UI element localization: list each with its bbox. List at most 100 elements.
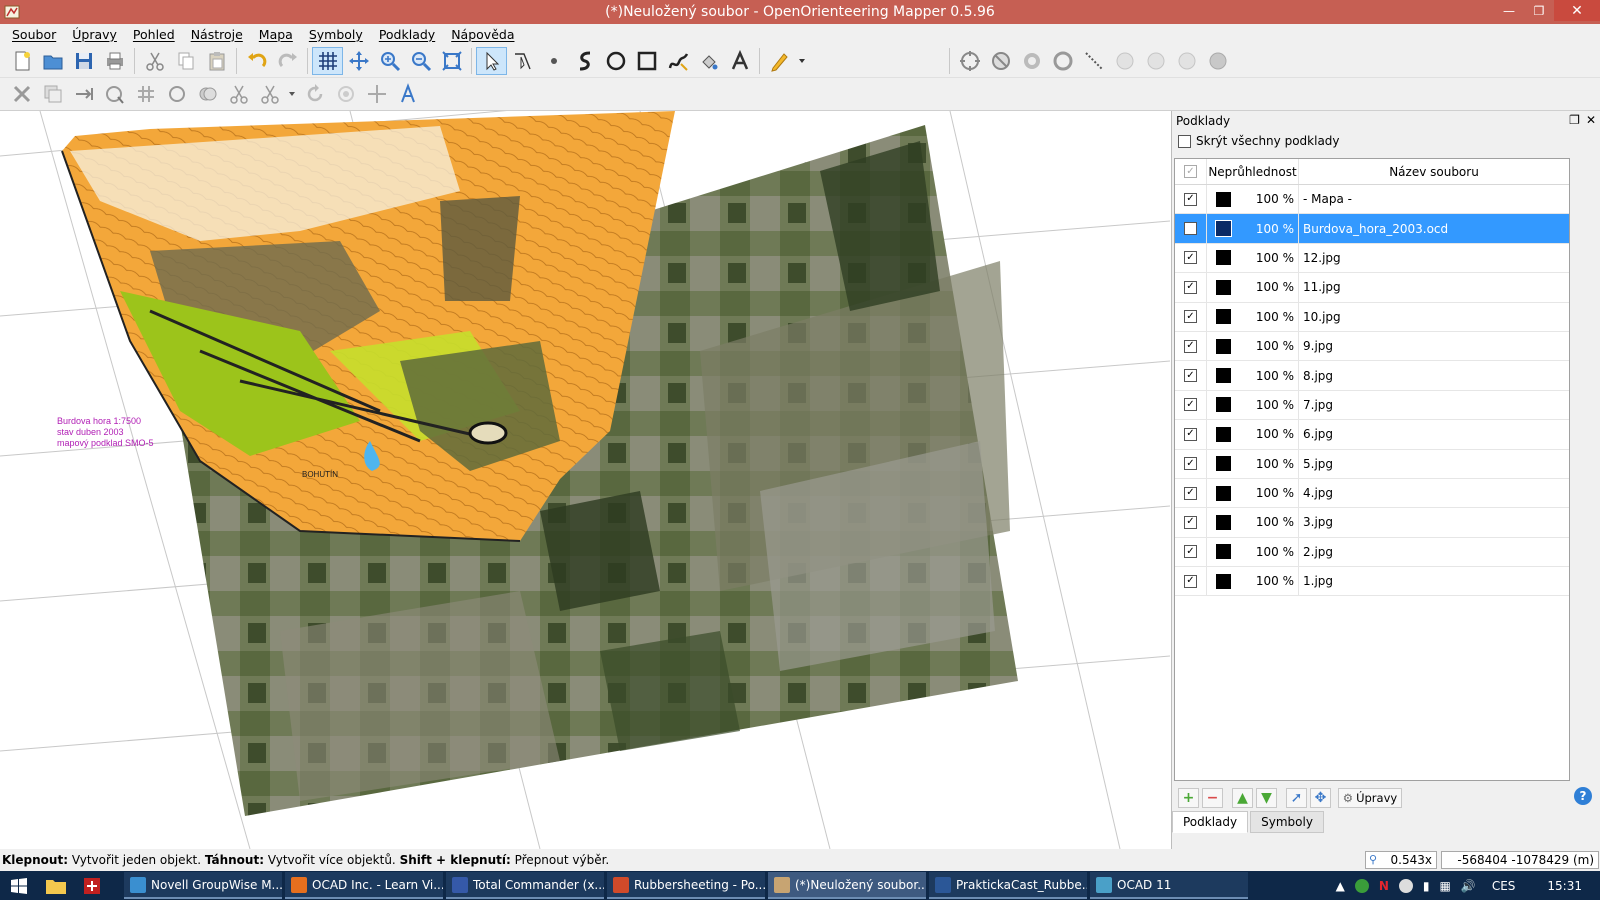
- circle-outline-icon[interactable]: [161, 80, 192, 108]
- delete-icon[interactable]: [6, 80, 37, 108]
- template-row[interactable]: ✓ 100 % 12.jpg: [1175, 243, 1569, 274]
- hide-all-checkbox[interactable]: [1178, 134, 1191, 148]
- gps-marker-icon[interactable]: [1016, 47, 1047, 75]
- connect-paths-icon[interactable]: [130, 80, 161, 108]
- remove-template-icon[interactable]: −: [1202, 788, 1223, 808]
- taskbar-item[interactable]: OCAD 11: [1090, 872, 1248, 899]
- visibility-checkbox[interactable]: ✓: [1184, 310, 1197, 324]
- grid-icon[interactable]: [312, 46, 343, 75]
- draw-point-icon[interactable]: [538, 47, 569, 75]
- template-row[interactable]: ✓ 100 % 4.jpg: [1175, 478, 1569, 509]
- close-button[interactable]: ✕: [1554, 0, 1600, 21]
- draw-freehand-icon[interactable]: [662, 47, 693, 75]
- menu-file[interactable]: Soubor: [4, 27, 64, 42]
- template-row[interactable]: ✓ 100 % - Mapa -: [1175, 185, 1569, 215]
- template-row[interactable]: ✓ 100 % 3.jpg: [1175, 508, 1569, 538]
- sync-tray-icon[interactable]: [1398, 878, 1413, 893]
- rotate-objects-icon[interactable]: [99, 80, 130, 108]
- visibility-checkbox[interactable]: ✓: [1184, 251, 1197, 265]
- menu-symbols[interactable]: Symboly: [301, 27, 371, 42]
- gps-circle-1-icon[interactable]: [1109, 47, 1140, 75]
- header-checkbox[interactable]: ✓: [1184, 165, 1197, 178]
- draw-text-icon[interactable]: [724, 47, 755, 75]
- taskbar-item[interactable]: Total Commander (x...: [446, 872, 604, 899]
- edit-lines-icon[interactable]: [507, 47, 538, 75]
- tab-templates[interactable]: Podklady: [1172, 811, 1249, 833]
- template-row[interactable]: ✓ 100 % 6.jpg: [1175, 420, 1569, 450]
- dropdown-arrow-icon[interactable]: [795, 47, 809, 75]
- zoom-fit-icon[interactable]: [436, 47, 467, 75]
- template-opacity[interactable]: 100 %: [1239, 185, 1299, 214]
- menu-templates[interactable]: Podklady: [371, 27, 443, 42]
- move-up-icon[interactable]: ▲: [1232, 788, 1253, 808]
- move-icon[interactable]: [361, 80, 392, 108]
- fill-icon[interactable]: [693, 47, 724, 75]
- taskbar-item[interactable]: (*)Neuložený soubor...: [768, 872, 926, 899]
- compass-icon[interactable]: [985, 47, 1016, 75]
- menu-edit[interactable]: Úpravy: [64, 27, 125, 42]
- zoom-field[interactable]: ⚲ 0.543x: [1365, 851, 1437, 869]
- menu-help[interactable]: Nápověda: [443, 27, 522, 42]
- template-opacity[interactable]: 100 %: [1239, 390, 1299, 420]
- visibility-checkbox[interactable]: ✓: [1184, 398, 1197, 412]
- template-row[interactable]: ✓ 100 % 2.jpg: [1175, 537, 1569, 568]
- restore-button[interactable]: ❐: [1524, 0, 1554, 21]
- pinned-app-icon[interactable]: [74, 871, 110, 900]
- open-file-icon[interactable]: [37, 47, 68, 75]
- pan-icon[interactable]: [343, 47, 374, 75]
- template-row[interactable]: ✓ 100 % 5.jpg: [1175, 449, 1569, 479]
- template-opacity[interactable]: 100 %: [1239, 508, 1299, 537]
- tray-expand-icon[interactable]: ▲: [1336, 879, 1345, 893]
- cut-icon[interactable]: [139, 47, 170, 75]
- language-indicator[interactable]: CES: [1492, 879, 1516, 893]
- minimize-button[interactable]: —: [1494, 0, 1524, 21]
- visibility-checkbox[interactable]: ✓: [1184, 369, 1197, 383]
- gps-circle-4-icon[interactable]: [1202, 47, 1233, 75]
- visibility-checkbox[interactable]: ✓: [1184, 457, 1197, 471]
- move-down-icon[interactable]: ▼: [1256, 788, 1277, 808]
- redo-icon[interactable]: [272, 47, 303, 75]
- template-row[interactable]: ✓ 100 % 9.jpg: [1175, 331, 1569, 362]
- visibility-checkbox[interactable]: ✓: [1184, 545, 1197, 559]
- cut-object-icon[interactable]: [223, 80, 254, 108]
- visibility-checkbox[interactable]: ✓: [1184, 280, 1197, 294]
- template-row[interactable]: ✓ 100 % 1.jpg: [1175, 567, 1569, 597]
- print-icon[interactable]: [99, 47, 130, 75]
- undo-icon[interactable]: [241, 47, 272, 75]
- template-row[interactable]: ✓ 100 % 11.jpg: [1175, 273, 1569, 303]
- unify-areas-icon[interactable]: [192, 80, 223, 108]
- template-opacity[interactable]: 100 %: [1239, 449, 1299, 478]
- battery-icon[interactable]: ▮: [1423, 879, 1430, 893]
- windows-start-icon[interactable]: [0, 871, 38, 900]
- visibility-checkbox[interactable]: ✓: [1184, 192, 1197, 206]
- clock[interactable]: 15:31: [1547, 879, 1582, 893]
- gps-display-icon[interactable]: [954, 47, 985, 75]
- template-opacity[interactable]: 100 %: [1239, 214, 1299, 243]
- paint-on-template-icon[interactable]: [764, 47, 795, 75]
- template-opacity[interactable]: 100 %: [1239, 537, 1299, 567]
- template-opacity[interactable]: 100 %: [1239, 273, 1299, 302]
- edit-objects-icon[interactable]: [476, 46, 507, 75]
- draw-rectangle-icon[interactable]: [631, 47, 662, 75]
- menu-view[interactable]: Pohled: [125, 27, 183, 42]
- template-opacity[interactable]: 100 %: [1239, 331, 1299, 361]
- taskbar-item[interactable]: Novell GroupWise M...: [124, 872, 282, 899]
- convert-to-curves-icon[interactable]: [392, 80, 423, 108]
- column-opacity[interactable]: Neprůhlednost: [1207, 159, 1299, 184]
- rotate-icon[interactable]: [299, 80, 330, 108]
- zoom-in-icon[interactable]: [374, 47, 405, 75]
- netflix-tray-icon[interactable]: N: [1379, 879, 1389, 893]
- column-filename[interactable]: Název souboru: [1299, 165, 1569, 179]
- paste-icon[interactable]: [201, 47, 232, 75]
- volume-icon[interactable]: 🔊: [1461, 879, 1476, 893]
- add-template-icon[interactable]: +: [1178, 788, 1199, 808]
- map-view[interactable]: Burdova hora 1:7500 stav duben 2003 mapo…: [0, 111, 1170, 849]
- draw-path-icon[interactable]: [569, 47, 600, 75]
- move-template-icon[interactable]: ✥: [1310, 788, 1331, 808]
- save-icon[interactable]: [68, 47, 99, 75]
- menu-map[interactable]: Mapa: [251, 27, 301, 42]
- visibility-checkbox[interactable]: ✓: [1184, 339, 1197, 353]
- dropdown-arrow-2-icon[interactable]: [285, 80, 299, 108]
- duplicate-icon[interactable]: [37, 80, 68, 108]
- network-icon[interactable]: ▦: [1440, 879, 1451, 893]
